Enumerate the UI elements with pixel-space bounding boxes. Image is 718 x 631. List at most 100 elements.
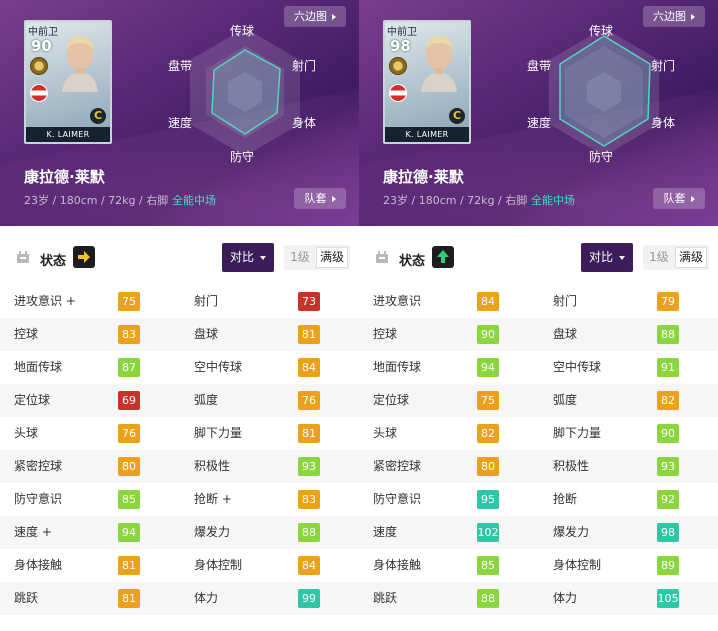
stat-value-badge: 79 bbox=[657, 292, 679, 311]
stat-name: 脚下力量 bbox=[553, 426, 602, 440]
club-badge-icon bbox=[30, 57, 48, 75]
stat-name: 弧度 bbox=[553, 393, 578, 407]
player-header: 中前卫 90 C K. LAIMER 传球 射门 身体 防守 速度 盘带 六边图 bbox=[0, 0, 359, 226]
stat-value-badge: 98 bbox=[657, 523, 679, 542]
compare-button[interactable]: 对比 bbox=[222, 243, 274, 272]
stat-name: 进攻意识 bbox=[373, 294, 422, 308]
stat-name: 身体控制 bbox=[194, 558, 243, 572]
stat-value-badge: 84 bbox=[298, 556, 320, 575]
caret-right-icon bbox=[332, 14, 336, 20]
stat-row: 头球 82 脚下力量 90 bbox=[359, 417, 718, 450]
level-1-option[interactable]: 1级 bbox=[643, 245, 675, 270]
stat-name: 紧密控球 bbox=[373, 459, 422, 473]
stat-value-badge: 89 bbox=[657, 556, 679, 575]
stat-value-badge: 73 bbox=[298, 292, 320, 311]
stat-value-badge: 99 bbox=[298, 589, 320, 608]
stat-row: 身体接触 81 身体控制 84 bbox=[0, 549, 359, 582]
level-toggle: 1级 满级 bbox=[643, 245, 709, 270]
stats-table: 进攻意识 + 75 射门 73 控球 83 盘球 81 地面传球 87 空中传球 84 定位球 69 弧度 7… bbox=[0, 285, 359, 615]
team-kit-button[interactable]: 队套 bbox=[653, 188, 705, 209]
stat-row: 地面传球 87 空中传球 84 bbox=[0, 351, 359, 384]
stat-value-badge: 92 bbox=[657, 490, 679, 509]
stat-value-badge: 83 bbox=[298, 490, 320, 509]
radar-label-defending: 防守 bbox=[230, 150, 255, 164]
stat-row: 速度 102 爆发力 98 bbox=[359, 516, 718, 549]
stat-value-badge: 81 bbox=[118, 589, 140, 608]
stat-value-badge: 83 bbox=[118, 325, 140, 344]
card-rank-badge: C bbox=[449, 108, 465, 124]
player-card: 中前卫 90 C K. LAIMER bbox=[24, 20, 112, 144]
stat-value-badge: 82 bbox=[477, 424, 499, 443]
radar-label-physical: 身体 bbox=[651, 116, 676, 130]
stat-value-badge: 94 bbox=[477, 358, 499, 377]
stat-value-badge: 69 bbox=[118, 391, 140, 410]
stat-name: 盘球 bbox=[553, 327, 578, 341]
player-info: 23岁 / 180cm / 72kg / 右脚 bbox=[383, 194, 528, 207]
stat-name: 射门 bbox=[194, 294, 219, 308]
team-kit-label: 队套 bbox=[304, 192, 327, 205]
player-role: 全能中场 bbox=[531, 194, 575, 207]
level-1-option[interactable]: 1级 bbox=[284, 245, 316, 270]
stat-value-badge: 93 bbox=[657, 457, 679, 476]
status-indicator bbox=[73, 246, 95, 268]
stat-row: 紧密控球 80 积极性 93 bbox=[359, 450, 718, 483]
chevron-down-icon bbox=[619, 255, 625, 260]
stat-row: 跳跃 88 体力 105 bbox=[359, 582, 718, 615]
compare-button[interactable]: 对比 bbox=[581, 243, 633, 272]
player-info: 23岁 / 180cm / 72kg / 右脚 bbox=[24, 194, 169, 207]
card-player-name: K. LAIMER bbox=[26, 127, 110, 142]
stat-row: 控球 90 盘球 88 bbox=[359, 318, 718, 351]
stat-row: 控球 83 盘球 81 bbox=[0, 318, 359, 351]
stat-value-badge: 76 bbox=[118, 424, 140, 443]
radar-label-shooting: 射门 bbox=[651, 59, 676, 73]
stat-row: 身体接触 85 身体控制 89 bbox=[359, 549, 718, 582]
stat-value-badge: 88 bbox=[657, 325, 679, 344]
radar-label-defending: 防守 bbox=[589, 150, 614, 164]
caret-right-icon bbox=[690, 196, 695, 202]
hexagon-chart-button[interactable]: 六边图 bbox=[284, 6, 346, 27]
level-max-option[interactable]: 满级 bbox=[675, 247, 707, 268]
stat-value-badge: 88 bbox=[298, 523, 320, 542]
stat-name: 身体接触 bbox=[14, 558, 63, 572]
stat-row: 进攻意识 84 射门 79 bbox=[359, 285, 718, 318]
stat-name: 脚下力量 bbox=[194, 426, 243, 440]
stat-value-badge: 88 bbox=[477, 589, 499, 608]
player-name: 康拉德·莱默 bbox=[24, 168, 105, 186]
stat-name: 空中传球 bbox=[553, 360, 602, 374]
stat-value-badge: 81 bbox=[298, 424, 320, 443]
arrow-up-icon bbox=[437, 250, 449, 263]
radar-label-speed: 速度 bbox=[168, 116, 193, 130]
status-indicator bbox=[432, 246, 454, 268]
stat-row: 防守意识 85 抢断 + 83 bbox=[0, 483, 359, 516]
stat-name: 定位球 bbox=[14, 393, 51, 407]
austria-flag-icon bbox=[389, 84, 407, 102]
caret-right-icon bbox=[691, 14, 695, 20]
stat-value-badge: 90 bbox=[657, 424, 679, 443]
card-rank-badge: C bbox=[90, 108, 106, 124]
stat-name: 跳跃 bbox=[14, 591, 39, 605]
stat-name: 控球 bbox=[14, 327, 39, 341]
player-name: 康拉德·莱默 bbox=[383, 168, 464, 186]
stat-value-badge: 75 bbox=[118, 292, 140, 311]
radar-label-speed: 速度 bbox=[527, 116, 552, 130]
stat-value-badge: 95 bbox=[477, 490, 499, 509]
stat-name: 体力 bbox=[194, 591, 219, 605]
team-kit-label: 队套 bbox=[663, 192, 686, 205]
team-kit-button[interactable]: 队套 bbox=[294, 188, 346, 209]
stat-name: 盘球 bbox=[194, 327, 219, 341]
stat-row: 跳跃 81 体力 99 bbox=[0, 582, 359, 615]
status-bar: 状态 对比 1级 满级 bbox=[359, 226, 718, 284]
stats-table: 进攻意识 84 射门 79 控球 90 盘球 88 地面传球 94 空中传球 91 定位球 75 弧度 82 头… bbox=[359, 285, 718, 615]
radar-label-shooting: 射门 bbox=[292, 59, 317, 73]
club-badge-icon bbox=[389, 57, 407, 75]
stat-row: 地面传球 94 空中传球 91 bbox=[359, 351, 718, 384]
stat-row: 防守意识 95 抢断 92 bbox=[359, 483, 718, 516]
player-role: 全能中场 bbox=[172, 194, 216, 207]
stat-name: 地面传球 bbox=[373, 360, 422, 374]
stat-value-badge: 93 bbox=[298, 457, 320, 476]
level-max-option[interactable]: 满级 bbox=[316, 247, 348, 268]
stat-name: 体力 bbox=[553, 591, 578, 605]
stat-name: 定位球 bbox=[373, 393, 410, 407]
stat-name: 爆发力 bbox=[553, 525, 590, 539]
hexagon-chart-button[interactable]: 六边图 bbox=[643, 6, 705, 27]
